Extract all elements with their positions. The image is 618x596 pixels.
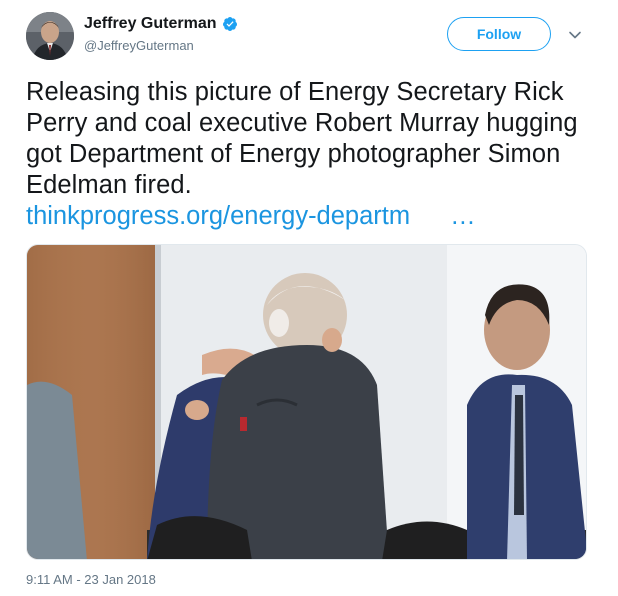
verified-badge-icon: [222, 16, 238, 32]
chevron-down-icon[interactable]: [568, 28, 582, 42]
avatar[interactable]: [26, 12, 74, 60]
tweet-link[interactable]: thinkprogress.org/energy-departm: [26, 202, 410, 230]
tweet-card: Jeffrey Guterman @JeffreyGuterman Follow…: [0, 0, 618, 596]
author-handle[interactable]: @JeffreyGuterman: [84, 38, 194, 53]
tweet-timestamp[interactable]: 9:11 AM - 23 Jan 2018: [26, 572, 156, 587]
author-display-name[interactable]: Jeffrey Guterman: [84, 15, 217, 33]
follow-button[interactable]: Follow: [447, 17, 551, 51]
tweet-photo[interactable]: [26, 244, 587, 560]
link-ellipsis: …: [450, 202, 476, 230]
tweet-text: Releasing this picture of Energy Secreta…: [26, 78, 578, 199]
